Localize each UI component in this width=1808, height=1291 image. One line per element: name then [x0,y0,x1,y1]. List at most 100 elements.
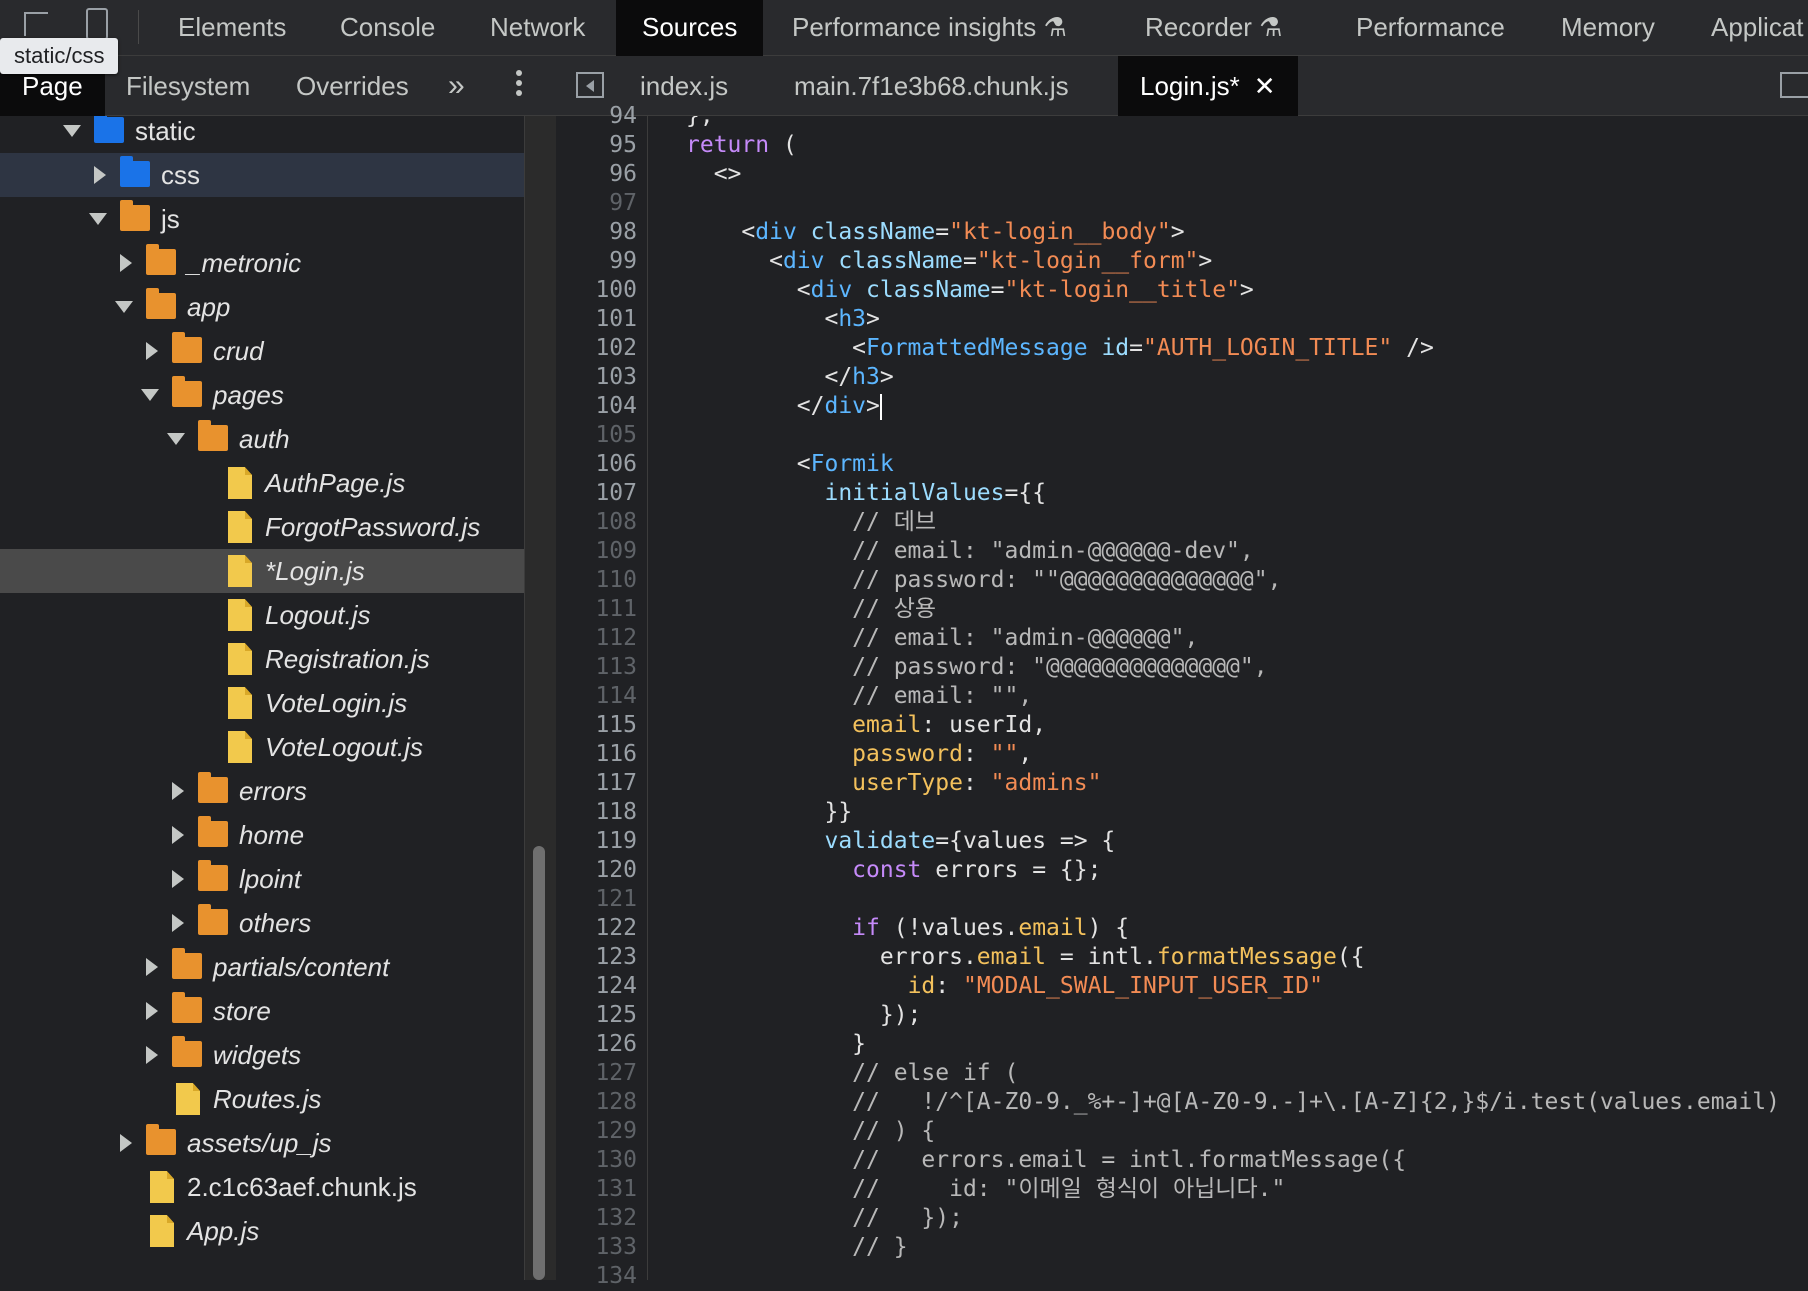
tab-network[interactable]: Network [490,0,585,56]
tree-file-item[interactable]: 2.c1c63aef.chunk.js [0,1165,524,1209]
tab-console[interactable]: Console [340,0,435,56]
close-tab-icon[interactable]: ✕ [1254,56,1276,116]
tree-file-item[interactable]: Registration.js [0,637,524,681]
tab-performance-insights[interactable]: Performance insights ⚗ [792,0,1067,56]
tree-file-item[interactable]: ForgotPassword.js [0,505,524,549]
collapsed-arrow-icon[interactable] [146,958,158,976]
line-number: 119 [595,828,637,854]
code-line: // 데브 [686,509,937,535]
more-tabs-chevron-icon[interactable]: » [448,56,465,116]
tree-folder-item[interactable]: store [0,989,524,1033]
code-line: // email: "admin-@@@@@@", [686,625,1199,651]
editor-tab-index[interactable]: index.js [640,56,728,116]
tree-folder-item[interactable]: assets/up_js [0,1121,524,1165]
tree-folder-item[interactable]: css [0,153,524,197]
editor-tabbar: index.js main.7f1e3b68.chunk.js Login.js… [556,56,1808,116]
collapsed-arrow-icon[interactable] [172,782,184,800]
kebab-menu-icon[interactable] [516,70,522,102]
line-number: 128 [595,1089,637,1115]
js-file-icon [176,1083,200,1115]
tree-file-item[interactable]: Logout.js [0,593,524,637]
code-line: id: "MODAL_SWAL_INPUT_USER_ID" [907,973,1323,999]
code-line: // id: "이메일 형식이 아닙니다." [686,1176,1286,1202]
code-line: // 상용 [686,596,937,622]
tree-folder-item[interactable]: pages [0,373,524,417]
collapsed-arrow-icon[interactable] [172,826,184,844]
code-editor[interactable]: }; return ( <> <div className="kt-login__… [648,116,1808,1280]
line-number: 96 [609,161,637,187]
tree-folder-item[interactable]: crud [0,329,524,373]
toggle-debugger-icon[interactable] [1780,72,1808,98]
tab-application[interactable]: Applicat [1711,0,1804,56]
line-number: 120 [595,857,637,883]
line-number: 124 [595,973,637,999]
line-number: 99 [609,248,637,274]
line-number: 108 [595,509,637,535]
code-line: <> [686,161,742,187]
tab-recorder[interactable]: Recorder ⚗ [1145,0,1282,56]
tree-folder-item[interactable]: static [0,116,524,153]
code-line: errors.email = intl.formatMessage({ [686,944,1365,970]
tree-folder-item[interactable]: errors [0,769,524,813]
expanded-arrow-icon[interactable] [115,301,133,313]
tree-file-item[interactable]: *Login.js [0,549,524,593]
tree-item-label: _metronic [187,248,302,278]
js-file-icon [150,1215,174,1247]
tab-sources[interactable]: Sources [616,0,764,56]
device-toolbar-icon[interactable] [86,8,108,40]
tree-file-item[interactable]: App.js [0,1209,524,1253]
tree-folder-item[interactable]: auth [0,417,524,461]
collapsed-arrow-icon[interactable] [120,1134,132,1152]
code-line: userType: "admins" [852,770,1102,796]
line-number: 133 [595,1234,637,1260]
expanded-arrow-icon[interactable] [141,389,159,401]
tree-folder-item[interactable]: lpoint [0,857,524,901]
tree-scrollbar[interactable] [524,116,556,1280]
nav-tab-filesystem[interactable]: Filesystem [126,56,250,116]
tree-file-item[interactable]: VoteLogin.js [0,681,524,725]
tree-folder-item[interactable]: home [0,813,524,857]
folder-icon [198,904,228,935]
collapsed-arrow-icon[interactable] [94,166,106,184]
js-file-icon [228,687,252,719]
code-line: if (!values.email) { [852,915,1130,941]
expanded-arrow-icon[interactable] [89,213,107,225]
code-line: const errors = {}; [852,857,1102,883]
tree-folder-item[interactable]: others [0,901,524,945]
collapsed-arrow-icon[interactable] [120,254,132,272]
tree-folder-item[interactable]: app [0,285,524,329]
js-file-icon [228,467,252,499]
tree-folder-item[interactable]: _metronic [0,241,524,285]
nav-tab-overrides[interactable]: Overrides [296,56,409,116]
editor-tab-main-chunk[interactable]: main.7f1e3b68.chunk.js [794,56,1069,116]
toggle-navigator-icon[interactable] [576,72,604,98]
tab-performance[interactable]: Performance [1356,0,1505,56]
tree-folder-item[interactable]: partials/content [0,945,524,989]
tree-item-label: VoteLogin.js [265,688,408,718]
tab-memory[interactable]: Memory [1561,0,1655,56]
tree-file-item[interactable]: AuthPage.js [0,461,524,505]
expanded-arrow-icon[interactable] [63,125,81,137]
tree-item-label: widgets [213,1040,302,1070]
collapsed-arrow-icon[interactable] [172,870,184,888]
collapsed-arrow-icon[interactable] [146,342,158,360]
code-line: initialValues={{ [824,480,1047,506]
tree-scrollbar-thumb[interactable] [533,846,545,1280]
editor-tab-login[interactable]: Login.js* ✕ [1118,56,1298,116]
expanded-arrow-icon[interactable] [167,433,185,445]
line-number: 98 [609,219,637,245]
js-file-icon [228,599,252,631]
tree-item-label: *Login.js [265,556,365,586]
tree-folder-item[interactable]: widgets [0,1033,524,1077]
code-line: // password: ""@@@@@@@@@@@@@@", [686,567,1282,593]
collapsed-arrow-icon[interactable] [172,914,184,932]
tab-elements[interactable]: Elements [178,0,286,56]
collapsed-arrow-icon[interactable] [146,1046,158,1064]
code-line: // ) { [686,1118,936,1144]
tree-file-item[interactable]: VoteLogout.js [0,725,524,769]
collapsed-arrow-icon[interactable] [146,1002,158,1020]
tree-file-item[interactable]: Routes.js [0,1077,524,1121]
folder-icon [172,992,202,1023]
inspect-element-icon[interactable] [24,12,48,36]
tree-folder-item[interactable]: js [0,197,524,241]
